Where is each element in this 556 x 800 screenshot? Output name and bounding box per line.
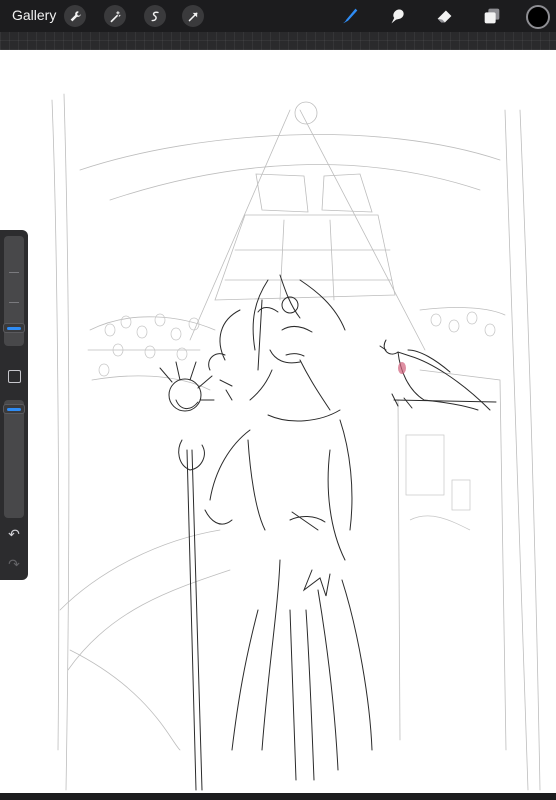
color-swatch[interactable]	[526, 5, 550, 29]
size-tick	[9, 272, 19, 273]
opacity-slider[interactable]	[4, 400, 24, 518]
brush-icon[interactable]	[338, 4, 362, 28]
drawing-canvas[interactable]	[0, 50, 556, 793]
wrench-icon[interactable]	[64, 5, 86, 27]
top-toolbar: Gallery	[0, 0, 556, 32]
brush-sidebar: ↶ ↷	[0, 230, 28, 580]
eraser-icon[interactable]	[433, 4, 457, 28]
brush-size-handle[interactable]	[3, 323, 25, 333]
canvas-header-strip	[0, 32, 556, 50]
gallery-button[interactable]: Gallery	[12, 7, 56, 23]
modify-button[interactable]	[8, 370, 21, 383]
undo-icon[interactable]: ↶	[6, 528, 22, 542]
layers-icon[interactable]	[480, 4, 504, 28]
smudge-icon[interactable]	[385, 4, 409, 28]
size-tick	[9, 302, 19, 303]
selection-icon[interactable]	[144, 5, 166, 27]
bottom-bar	[0, 793, 556, 800]
transform-arrow-icon[interactable]	[182, 5, 204, 27]
redo-icon[interactable]: ↷	[6, 558, 22, 572]
sketch-artwork	[51, 93, 541, 791]
opacity-handle[interactable]	[3, 404, 25, 414]
magic-wand-icon[interactable]	[104, 5, 126, 27]
